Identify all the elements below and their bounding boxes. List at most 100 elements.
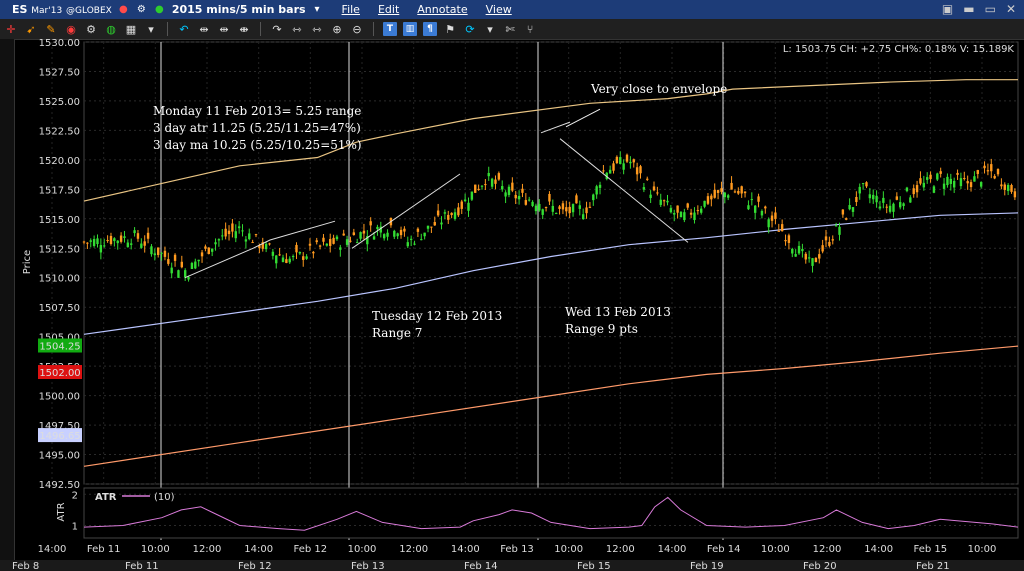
- price-bar-body: [302, 256, 305, 260]
- price-bar-body: [979, 182, 983, 187]
- price-bar-body: [207, 247, 210, 254]
- date-strip-label: Feb 15: [577, 561, 611, 571]
- price-bar-body: [244, 239, 248, 242]
- price-bar-body: [652, 186, 656, 191]
- x-tick-label: 10:00: [968, 544, 997, 555]
- price-bar-body: [460, 201, 463, 209]
- info-bar: L: 1503.75 CH: +2.75 CH%: 0.18% V: 15.18…: [783, 44, 1015, 55]
- y-tick-label: 1530.00: [39, 38, 80, 49]
- price-bar-body: [872, 194, 875, 200]
- price-bar-body: [305, 256, 308, 259]
- price-bar-body: [227, 230, 231, 235]
- price-bar-body: [345, 239, 349, 245]
- y-tick-label: 1510.00: [39, 274, 80, 285]
- price-bar-body: [447, 214, 450, 220]
- x-tick-label: 14:00: [451, 544, 480, 555]
- price-bar-body: [109, 235, 113, 244]
- price-bar-body: [878, 206, 882, 209]
- x-tick-label: 12:00: [813, 544, 842, 555]
- price-bar-body: [861, 183, 865, 185]
- price-bar-body: [281, 257, 285, 263]
- price-bar-body: [467, 202, 470, 211]
- price-bar-body: [285, 259, 288, 263]
- price-bar-body: [598, 184, 602, 188]
- price-bar-body: [625, 154, 629, 162]
- y-tick-label: 1520.00: [39, 156, 80, 167]
- price-bar-body: [834, 225, 838, 227]
- price-bar-body: [554, 212, 558, 214]
- price-bar-body: [821, 245, 824, 252]
- x-tick-label: 12:00: [193, 544, 222, 555]
- price-bar-body: [925, 177, 929, 180]
- price-bar-body: [831, 239, 834, 241]
- price-bar-body: [126, 242, 130, 248]
- price-bar-body: [170, 267, 173, 274]
- price-bar-body: [656, 192, 659, 194]
- price-bar-body: [629, 161, 632, 164]
- price-bar-body: [426, 225, 430, 229]
- price-bar-body: [396, 233, 399, 237]
- price-bar-body: [157, 247, 160, 255]
- price-bar-body: [612, 163, 615, 171]
- x-tick-label: Feb 15: [914, 544, 948, 555]
- price-bar-body: [578, 205, 581, 209]
- price-bar-body: [234, 231, 237, 239]
- x-tick-label: 10:00: [554, 544, 583, 555]
- price-bar-body: [865, 182, 868, 187]
- price-bar-body: [221, 235, 224, 237]
- price-bar-body: [888, 205, 892, 212]
- x-tick-label: 14:00: [38, 544, 67, 555]
- price-bar-body: [484, 184, 487, 186]
- x-tick-label: 10:00: [761, 544, 790, 555]
- price-bar-body: [737, 190, 740, 194]
- price-bar-body: [585, 207, 588, 214]
- price-bar-body: [423, 232, 426, 237]
- x-tick-label: 14:00: [864, 544, 893, 555]
- date-strip-label: Feb 14: [464, 561, 498, 571]
- price-bar-body: [339, 247, 342, 250]
- price-bar-body: [814, 257, 818, 263]
- price-bar-body: [996, 169, 1000, 175]
- x-tick-label: 12:00: [606, 544, 635, 555]
- price-bar-body: [548, 194, 551, 202]
- price-bar-body: [268, 243, 271, 245]
- price-bar-body: [936, 173, 939, 180]
- price-bar-body: [369, 221, 372, 226]
- price-bar-body: [824, 236, 828, 241]
- price-bar-body: [406, 242, 409, 247]
- y-tick-label: 1527.50: [39, 67, 80, 78]
- price-bar-body: [382, 234, 386, 239]
- price-bar-body: [804, 253, 807, 260]
- price-bar-body: [393, 230, 396, 237]
- price-bar-body: [774, 212, 777, 219]
- price-bar-body: [177, 270, 180, 278]
- price-bar-body: [868, 194, 872, 199]
- price-bar-body: [187, 277, 190, 280]
- price-bar-body: [237, 226, 241, 229]
- price-bar-body: [362, 230, 366, 234]
- price-bar-body: [899, 202, 902, 208]
- price-bar-body: [173, 254, 177, 261]
- price-bar-body: [679, 211, 683, 218]
- date-strip-label: Feb 20: [803, 561, 837, 571]
- price-bar-body: [136, 233, 140, 239]
- price-bar-body: [1006, 184, 1010, 191]
- price-bar-body: [521, 188, 524, 193]
- price-bar-body: [217, 239, 221, 241]
- price-bar-body: [335, 236, 339, 240]
- price-bar-body: [315, 240, 318, 243]
- y-tick-label: 1515.00: [39, 215, 80, 226]
- price-bar-body: [706, 196, 710, 204]
- x-tick-label: 10:00: [348, 544, 377, 555]
- atr-axis-label: ATR: [56, 502, 67, 521]
- price-bar-body: [470, 191, 474, 200]
- price-bar-body: [693, 212, 696, 221]
- price-bar-body: [308, 243, 312, 246]
- price-bar-body: [905, 187, 909, 192]
- price-bar-body: [855, 196, 858, 203]
- price-bar-body: [845, 218, 848, 220]
- price-bar-body: [517, 195, 521, 200]
- price-bar-body: [615, 156, 619, 164]
- price-bar-body: [197, 259, 200, 262]
- date-strip-label: Feb 11: [125, 561, 159, 571]
